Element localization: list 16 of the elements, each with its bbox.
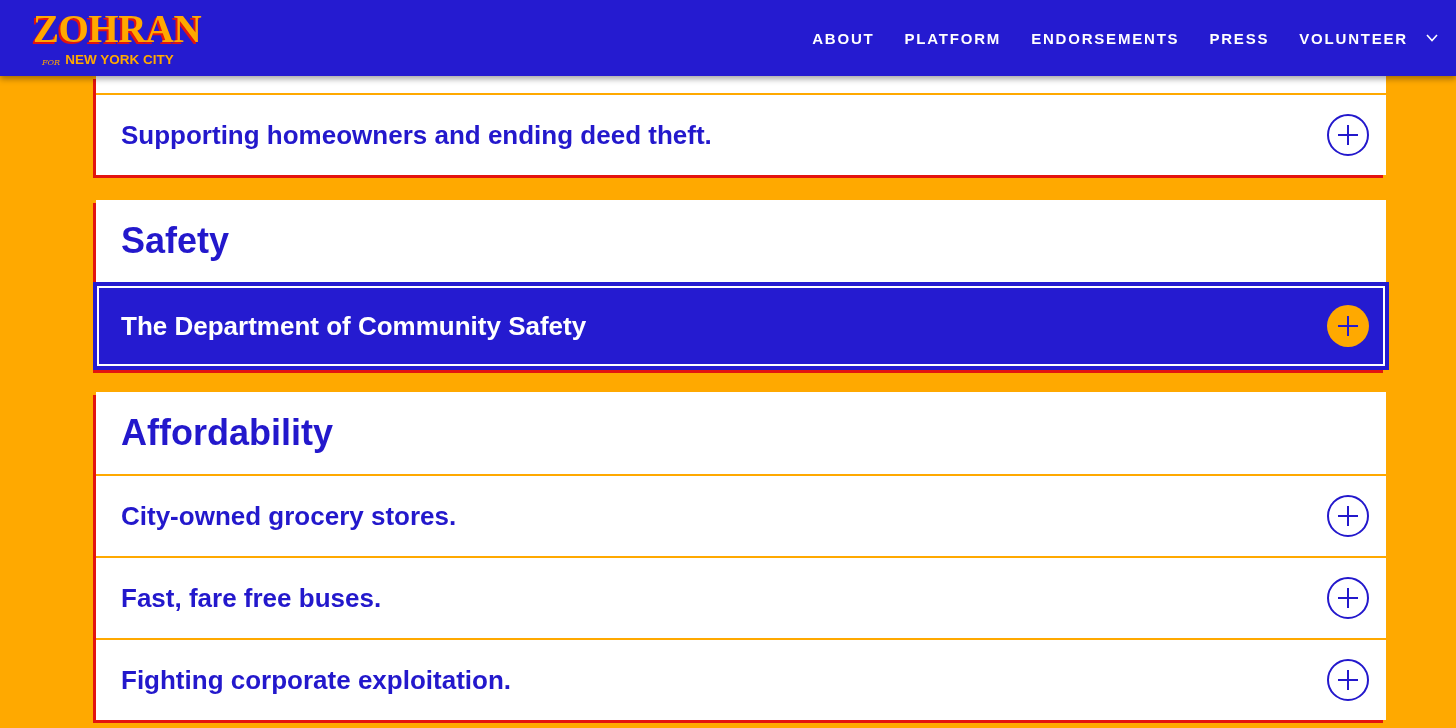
accordion-button[interactable]: The Department of Community Safety (93, 282, 1389, 370)
plus-icon (1327, 495, 1369, 537)
section-heading: Safety (120, 219, 231, 263)
nav-link[interactable]: PRESS (1209, 30, 1270, 46)
nav-link[interactable]: VOLUNTEER (1299, 30, 1408, 46)
plus-icon (1327, 577, 1369, 619)
nav-link[interactable]: PLATFORM (904, 30, 1002, 46)
nav-link[interactable]: ABOUT (812, 30, 875, 46)
plus-icon (1327, 659, 1369, 701)
logo-wordmark[interactable]: ZOHRAN (33, 9, 202, 49)
nav-link[interactable]: ENDORSEMENTS (1031, 30, 1180, 46)
logo-tagline-for: FOR (42, 58, 61, 67)
plus-icon (1327, 305, 1369, 347)
logo-tagline-city: NEW YORK CITY (65, 53, 174, 67)
plus-icon (1327, 114, 1369, 156)
section-heading: Affordability (120, 411, 334, 455)
